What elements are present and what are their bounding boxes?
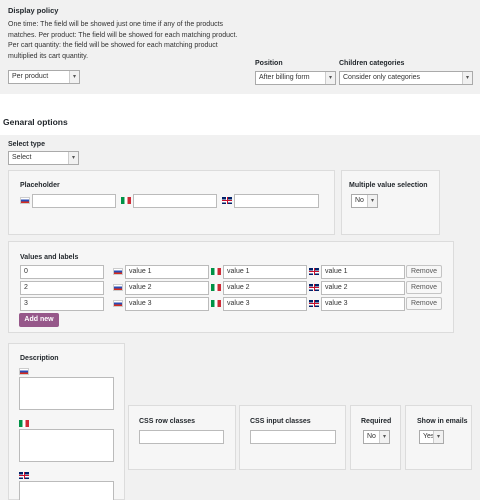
css-input-classes-input[interactable] xyxy=(250,430,336,444)
chevron-down-icon: ▾ xyxy=(462,72,472,84)
uk-flag-icon xyxy=(222,197,232,204)
css-row-classes-label: CSS row classes xyxy=(139,418,196,425)
value-label-input-gb[interactable]: value 2 xyxy=(321,281,405,295)
uk-flag-icon xyxy=(309,300,319,307)
policy-description-line: One time: The field will be showed just … xyxy=(8,21,224,28)
remove-button[interactable]: Remove xyxy=(406,297,442,310)
value-key-input[interactable]: 3 xyxy=(20,297,104,311)
placeholder-label: Placeholder xyxy=(20,182,60,189)
chevron-down-icon: ▾ xyxy=(379,431,389,443)
show-in-emails-label: Show in emails xyxy=(417,418,468,425)
multiple-value-select-value: No xyxy=(355,197,364,204)
remove-button[interactable]: Remove xyxy=(406,281,442,294)
required-select-value: No xyxy=(367,433,376,440)
russia-flag-icon xyxy=(113,300,123,307)
uk-flag-icon xyxy=(19,472,29,479)
multiple-value-label: Multiple value selection xyxy=(349,182,428,189)
uk-flag-icon xyxy=(309,284,319,291)
description-textarea-gb[interactable] xyxy=(19,481,114,500)
children-categories-select[interactable]: Consider only categories ▾ xyxy=(339,71,473,85)
russia-flag-icon xyxy=(20,197,30,204)
value-label-input-it[interactable]: value 1 xyxy=(223,265,307,279)
add-new-button[interactable]: Add new xyxy=(19,313,59,327)
italy-flag-icon xyxy=(211,300,221,307)
description-textarea-it[interactable] xyxy=(19,429,114,462)
values-and-labels-label: Values and labels xyxy=(20,254,79,261)
uk-flag-icon xyxy=(309,268,319,275)
placeholder-input-ru[interactable] xyxy=(32,194,116,208)
value-label-input-it[interactable]: value 3 xyxy=(223,297,307,311)
chevron-down-icon: ▾ xyxy=(367,195,377,207)
display-policy-select-value: Per product xyxy=(12,73,49,80)
russia-flag-icon xyxy=(113,284,123,291)
select-type-select-value: Select xyxy=(12,154,32,161)
russia-flag-icon xyxy=(19,368,29,375)
italy-flag-icon xyxy=(211,268,221,275)
italy-flag-icon xyxy=(211,284,221,291)
children-categories-select-value: Consider only categories xyxy=(343,74,421,81)
select-type-label: Select type xyxy=(8,141,45,148)
position-select-value: After billing form xyxy=(259,74,310,81)
italy-flag-icon xyxy=(121,197,131,204)
placeholder-input-gb[interactable] xyxy=(234,194,319,208)
russia-flag-icon xyxy=(113,268,123,275)
chevron-down-icon: ▾ xyxy=(325,72,335,84)
css-row-classes-input[interactable] xyxy=(139,430,224,444)
description-textarea-ru[interactable] xyxy=(19,377,114,410)
value-key-input[interactable]: 0 xyxy=(20,265,104,279)
italy-flag-icon xyxy=(19,420,29,427)
show-in-emails-select[interactable]: Yes ▾ xyxy=(419,430,444,444)
multiple-value-select[interactable]: No ▾ xyxy=(351,194,378,208)
value-label-input-ru[interactable]: value 2 xyxy=(125,281,209,295)
policy-description-line: multiplied its cart quantity. xyxy=(8,52,89,60)
value-key-input[interactable]: 2 xyxy=(20,281,104,295)
display-policy-title: Display policy xyxy=(8,6,59,15)
value-label-input-ru[interactable]: value 3 xyxy=(125,297,209,311)
select-type-select[interactable]: Select ▾ xyxy=(8,151,79,165)
css-input-classes-label: CSS input classes xyxy=(250,418,311,425)
display-policy-description: One time: The field will be showed just … xyxy=(8,20,258,62)
policy-description-line: Per cart quantity: the field will be sho… xyxy=(8,42,218,49)
position-label: Position xyxy=(255,60,283,67)
value-label-input-it[interactable]: value 2 xyxy=(223,281,307,295)
required-label: Required xyxy=(361,418,392,425)
general-options-heading: Genaral options xyxy=(3,117,68,127)
description-label: Description xyxy=(20,355,59,362)
placeholder-input-it[interactable] xyxy=(133,194,217,208)
value-label-input-gb[interactable]: value 3 xyxy=(321,297,405,311)
chevron-down-icon: ▾ xyxy=(433,431,443,443)
chevron-down-icon: ▾ xyxy=(68,152,78,164)
chevron-down-icon: ▾ xyxy=(69,71,79,83)
required-select[interactable]: No ▾ xyxy=(363,430,390,444)
display-policy-select[interactable]: Per product ▾ xyxy=(8,70,80,84)
remove-button[interactable]: Remove xyxy=(406,265,442,278)
position-select[interactable]: After billing form ▾ xyxy=(255,71,336,85)
children-categories-label: Children categories xyxy=(339,60,405,67)
value-label-input-ru[interactable]: value 1 xyxy=(125,265,209,279)
value-label-input-gb[interactable]: value 1 xyxy=(321,265,405,279)
policy-description-line: matches. Per product: The field will be … xyxy=(8,31,238,39)
